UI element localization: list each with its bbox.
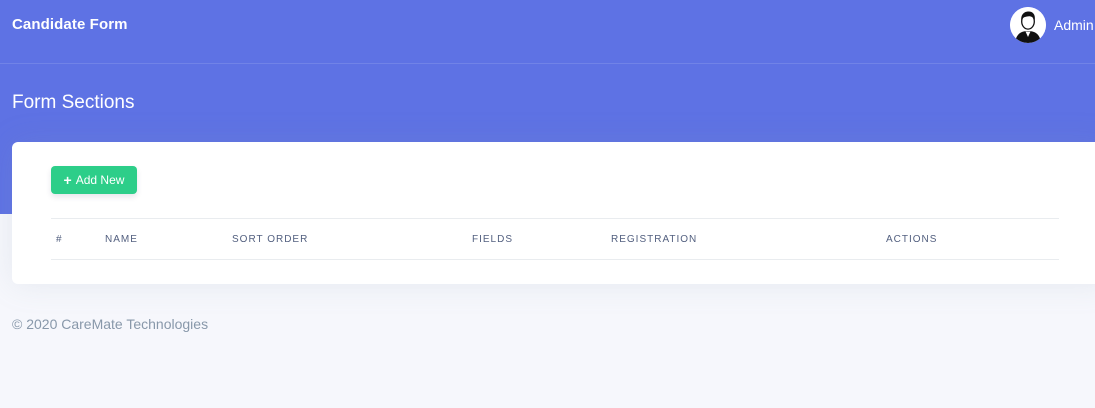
footer-copyright: © 2020 CareMate Technologies [12, 316, 209, 332]
add-new-label: Add New [75, 173, 125, 187]
user-name[interactable]: Admin [1054, 17, 1094, 33]
user-avatar-icon[interactable] [1010, 7, 1046, 43]
column-header-sort-order: SORT ORDER [232, 234, 309, 245]
plus-icon: + [63, 172, 72, 188]
user-menu[interactable]: Admin [1010, 6, 1094, 44]
table-header-row: # NAME SORT ORDER FIELDS REGISTRATION AC… [51, 218, 1059, 260]
app-title[interactable]: Candidate Form [12, 16, 128, 33]
column-header-name: NAME [105, 234, 138, 245]
column-header-registration: REGISTRATION [611, 234, 698, 245]
top-navbar: Candidate Form Admin [0, 0, 1095, 64]
column-header-actions: ACTIONS [886, 234, 938, 245]
add-new-button[interactable]: + Add New [51, 166, 137, 194]
sections-card: + Add New # NAME SORT ORDER FIELDS REGIS… [12, 142, 1095, 284]
column-header-fields: FIELDS [472, 234, 514, 245]
page-title: Form Sections [12, 92, 135, 113]
column-header-number: # [56, 234, 63, 245]
